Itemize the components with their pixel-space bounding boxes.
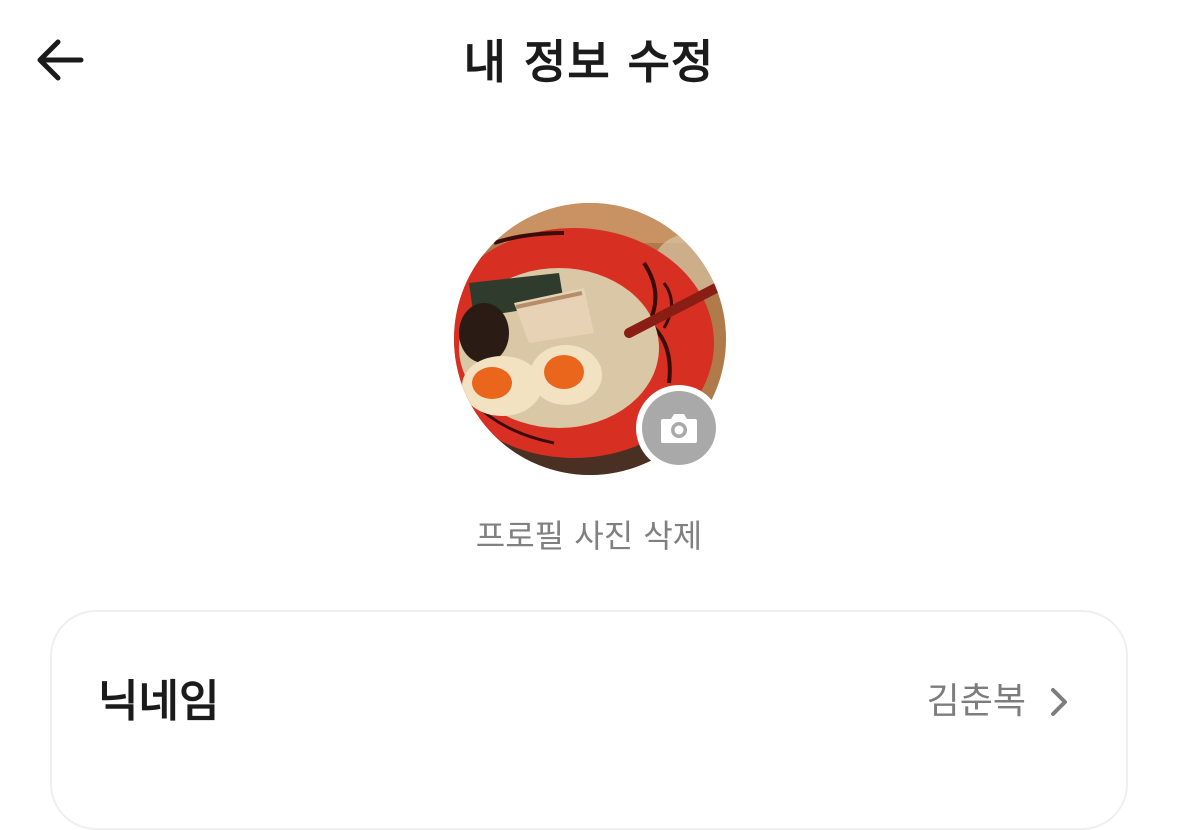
profile-photo-section <box>454 203 726 475</box>
delete-profile-photo-link[interactable]: 프로필 사진 삭제 <box>0 512 1178 560</box>
chevron-right-icon <box>1051 688 1067 716</box>
nickname-label: 닉네임 <box>98 676 220 727</box>
page-title: 내 정보 수정 <box>463 35 715 89</box>
nickname-value: 김춘복 <box>926 681 1026 722</box>
top-bar: 내 정보 수정 <box>0 0 1178 124</box>
nickname-row[interactable]: 닉네임 김춘복 <box>52 652 1126 748</box>
camera-badge <box>642 391 716 465</box>
camera-icon <box>661 414 697 443</box>
change-photo-button[interactable] <box>636 385 722 471</box>
profile-settings-card: 닉네임 김춘복 <box>50 610 1128 830</box>
